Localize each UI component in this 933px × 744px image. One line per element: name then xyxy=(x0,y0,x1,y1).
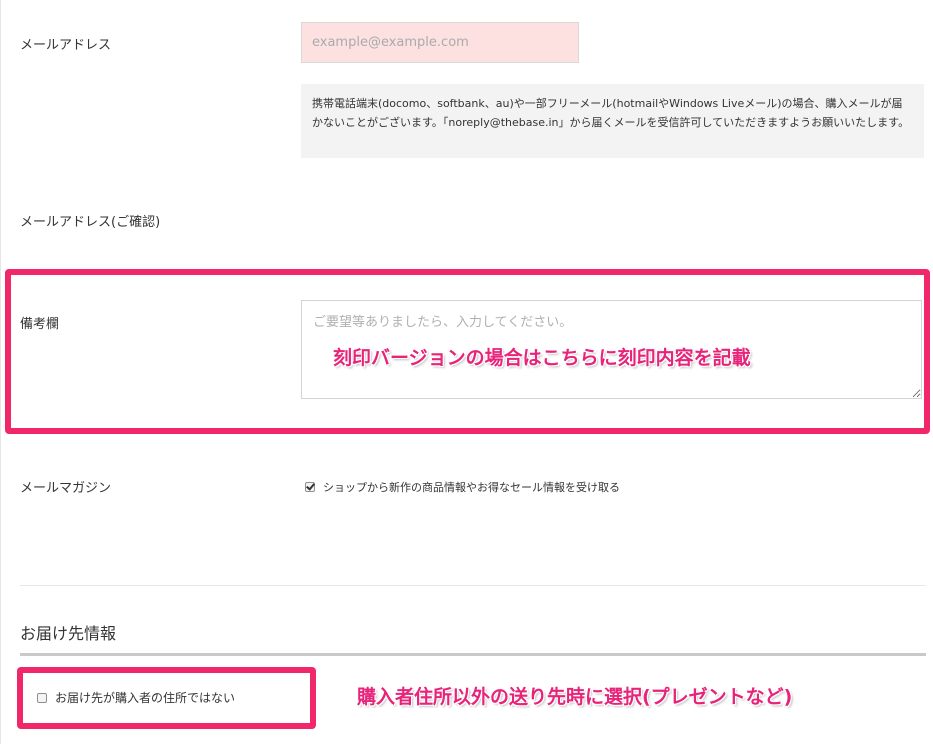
email-notice: 携帯電話端末(docomo、softbank、au)や一部フリーメール(hotm… xyxy=(301,84,924,158)
different-address-checkbox[interactable] xyxy=(37,692,47,703)
email-confirm-label: メールアドレス(ご確認) xyxy=(20,215,161,230)
different-address-label: お届け先が購入者の住所ではない xyxy=(55,691,236,705)
newsletter-checkbox-label: ショップから新作の商品情報やお得なセール情報を受け取る xyxy=(323,481,620,494)
remarks-annotation: 刻印バージョンの場合はこちらに刻印内容を記載 xyxy=(333,347,751,369)
section-title-underline xyxy=(20,653,926,656)
section-divider xyxy=(20,585,926,586)
newsletter-checkbox[interactable] xyxy=(305,482,315,492)
remarks-label: 備考欄 xyxy=(20,317,60,332)
different-address-row[interactable]: お届け先が購入者の住所ではない xyxy=(37,689,235,706)
email-label: メールアドレス xyxy=(20,38,112,53)
newsletter-checkbox-row[interactable]: ショップから新作の商品情報やお得なセール情報を受け取る xyxy=(305,479,620,495)
email-input[interactable] xyxy=(301,22,579,63)
delivery-annotation: 購入者住所以外の送り先時に選択(プレゼントなど) xyxy=(357,686,793,708)
newsletter-label: メールマガジン xyxy=(20,481,112,496)
left-border xyxy=(0,0,1,744)
delivery-section-title: お届け先情報 xyxy=(20,624,117,643)
